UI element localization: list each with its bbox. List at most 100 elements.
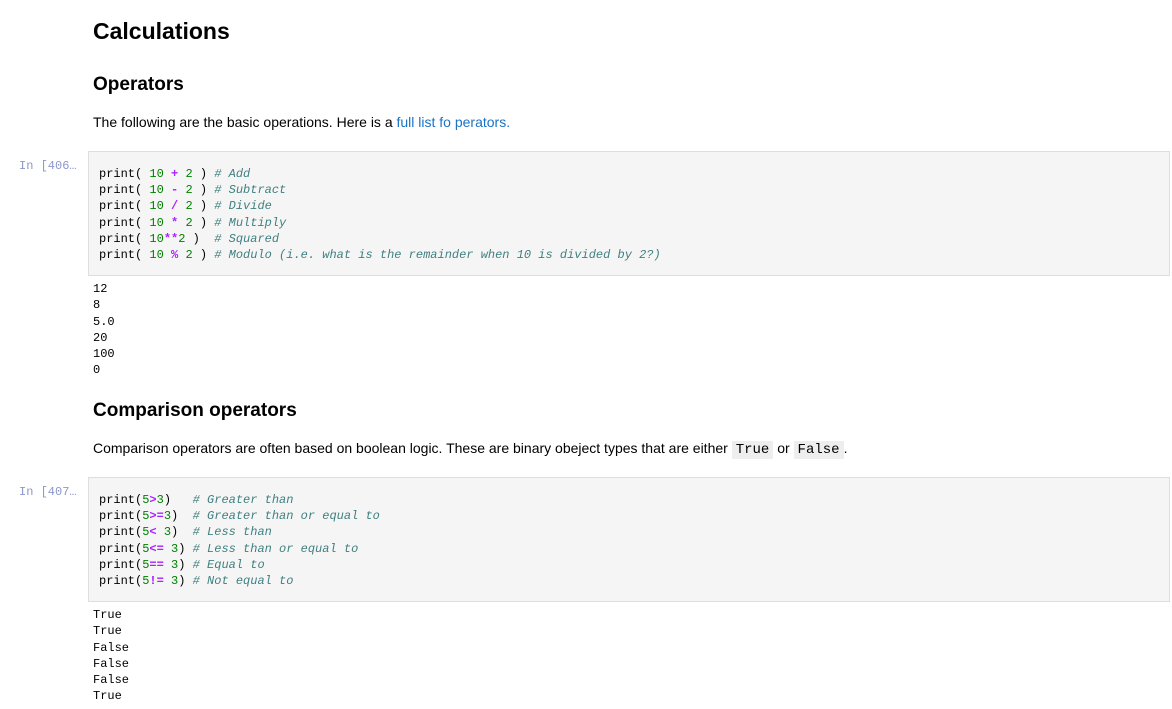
code-token-num: 3 [163, 525, 172, 540]
code-token-num: 10 [149, 183, 164, 198]
code-token-text: ) [192, 183, 215, 198]
code-token-num: 2 [185, 215, 193, 230]
cell-prompt-407: In [407… [19, 485, 77, 499]
code-token-num: 10 [149, 231, 164, 246]
inline-code-true: True [731, 441, 774, 459]
page-title: Calculations [93, 18, 230, 44]
code-token-comment: # Not equal to [192, 573, 294, 588]
output-line: 8 [93, 298, 101, 313]
code-token-num: 10 [149, 199, 164, 214]
notebook: Calculations Operators The following are… [0, 0, 1172, 709]
heading-operators: Operators [93, 74, 184, 95]
code-token-comment: # Greater than [192, 493, 294, 507]
output-line: False [93, 640, 130, 655]
code-token-text: ) [192, 215, 215, 230]
code-line: print( 10 / 2 ) # Divide [99, 198, 661, 214]
heading-comparison-operators: Comparison operators [93, 400, 297, 421]
code-token-num: 10 [149, 247, 164, 262]
output-line: 5.0 [93, 314, 115, 329]
code-token-text: ) [192, 167, 215, 181]
code-token-comment: # Add [214, 167, 251, 181]
code-token-text: ) [171, 525, 193, 540]
full-list-operators-link[interactable]: full list fo perators. [397, 114, 511, 130]
code-token-text: ) [163, 493, 193, 507]
code-token-text: print( [99, 509, 143, 524]
output-line: 20 [93, 330, 108, 345]
output-line: 0 [93, 363, 101, 378]
paragraph-comparison-or: or [773, 440, 794, 456]
code-token-comment: # Multiply [214, 215, 287, 230]
code-token-num: 2 [185, 167, 193, 181]
code-line: print(5>3) # Greater than [99, 492, 380, 508]
code-token-text: print( [99, 573, 143, 588]
code-editor-operators[interactable]: print( 10 + 2 ) # Add print( 10 - 2 ) # S… [99, 166, 661, 263]
code-token-comment: # Less than [192, 525, 272, 540]
code-token-text: print( [99, 493, 143, 507]
code-token-text: ) [178, 557, 193, 572]
code-token-comment: # Squared [214, 231, 280, 246]
code-token-num: 3 [156, 493, 164, 507]
code-token-op: ** [163, 231, 179, 246]
code-token-text: ) [192, 247, 215, 262]
cell-prompt-406: In [406… [19, 159, 77, 173]
code-token-comment: # Less than or equal to [192, 541, 359, 556]
output-line: True [93, 624, 122, 639]
cell-output-comparison: True True False False False True [93, 607, 129, 705]
code-line: print(5!= 3) # Not equal to [99, 573, 380, 589]
code-token-num: 2 [185, 199, 193, 214]
inline-code-false: False [793, 441, 844, 459]
code-line: print( 10 * 2 ) # Multiply [99, 215, 661, 231]
output-line: False [93, 673, 130, 688]
output-line: True [93, 608, 122, 622]
output-line: 12 [93, 282, 108, 296]
code-token-text: print( [99, 215, 150, 230]
code-token-comment: # Divide [214, 199, 272, 214]
output-line: False [93, 656, 130, 671]
code-cell-comparison[interactable]: print(5>3) # Greater than print(5>=3) # G… [88, 477, 1170, 602]
code-token-text: print( [99, 167, 150, 181]
code-token-comment: # Greater than or equal to [192, 509, 380, 524]
paragraph-comparison-end: . [843, 440, 848, 456]
code-token-op: <= [149, 541, 164, 556]
code-line: print(5<= 3) # Less than or equal to [99, 541, 380, 557]
cell-output-operators: 12 8 5.0 20 100 0 [93, 281, 115, 379]
code-token-text: ) [171, 509, 193, 524]
code-token-num: 2 [185, 183, 193, 198]
paragraph-comparison-text: Comparison operators are often based on … [93, 440, 732, 456]
code-token-text: ) [178, 573, 193, 588]
code-line: print( 10 + 2 ) # Add [99, 166, 661, 182]
code-token-text: ) [192, 199, 215, 214]
code-line: print( 10 - 2 ) # Subtract [99, 182, 661, 198]
code-token-text: print( [99, 541, 143, 556]
code-editor-comparison[interactable]: print(5>3) # Greater than print(5>=3) # G… [99, 492, 380, 589]
code-line: print( 10**2 ) # Squared [99, 231, 661, 247]
code-token-comment: # Modulo (i.e. what is the remainder whe… [214, 247, 661, 262]
paragraph-operators-text: The following are the basic operations. … [93, 114, 397, 130]
code-token-text: print( [99, 231, 150, 246]
code-token-op: > [149, 493, 157, 507]
code-token-num: 10 [149, 167, 164, 181]
code-line: print(5>=3) # Greater than or equal to [99, 508, 380, 524]
code-token-op: == [149, 557, 164, 572]
code-token-text: print( [99, 199, 150, 214]
code-token-comment: # Equal to [192, 557, 265, 572]
code-cell-operators[interactable]: print( 10 + 2 ) # Add print( 10 - 2 ) # S… [88, 151, 1170, 276]
paragraph-comparison: Comparison operators are often based on … [93, 439, 847, 459]
code-line: print( 10 % 2 ) # Modulo (i.e. what is t… [99, 247, 661, 263]
code-token-comment: # Subtract [214, 183, 287, 198]
code-token-text: ) [178, 541, 193, 556]
code-line: print(5== 3) # Equal to [99, 557, 380, 573]
paragraph-operators: The following are the basic operations. … [93, 113, 510, 131]
code-token-text: ) [185, 231, 215, 246]
code-token-text: print( [99, 247, 150, 262]
code-token-num: 10 [149, 215, 164, 230]
code-token-text: print( [99, 183, 150, 198]
